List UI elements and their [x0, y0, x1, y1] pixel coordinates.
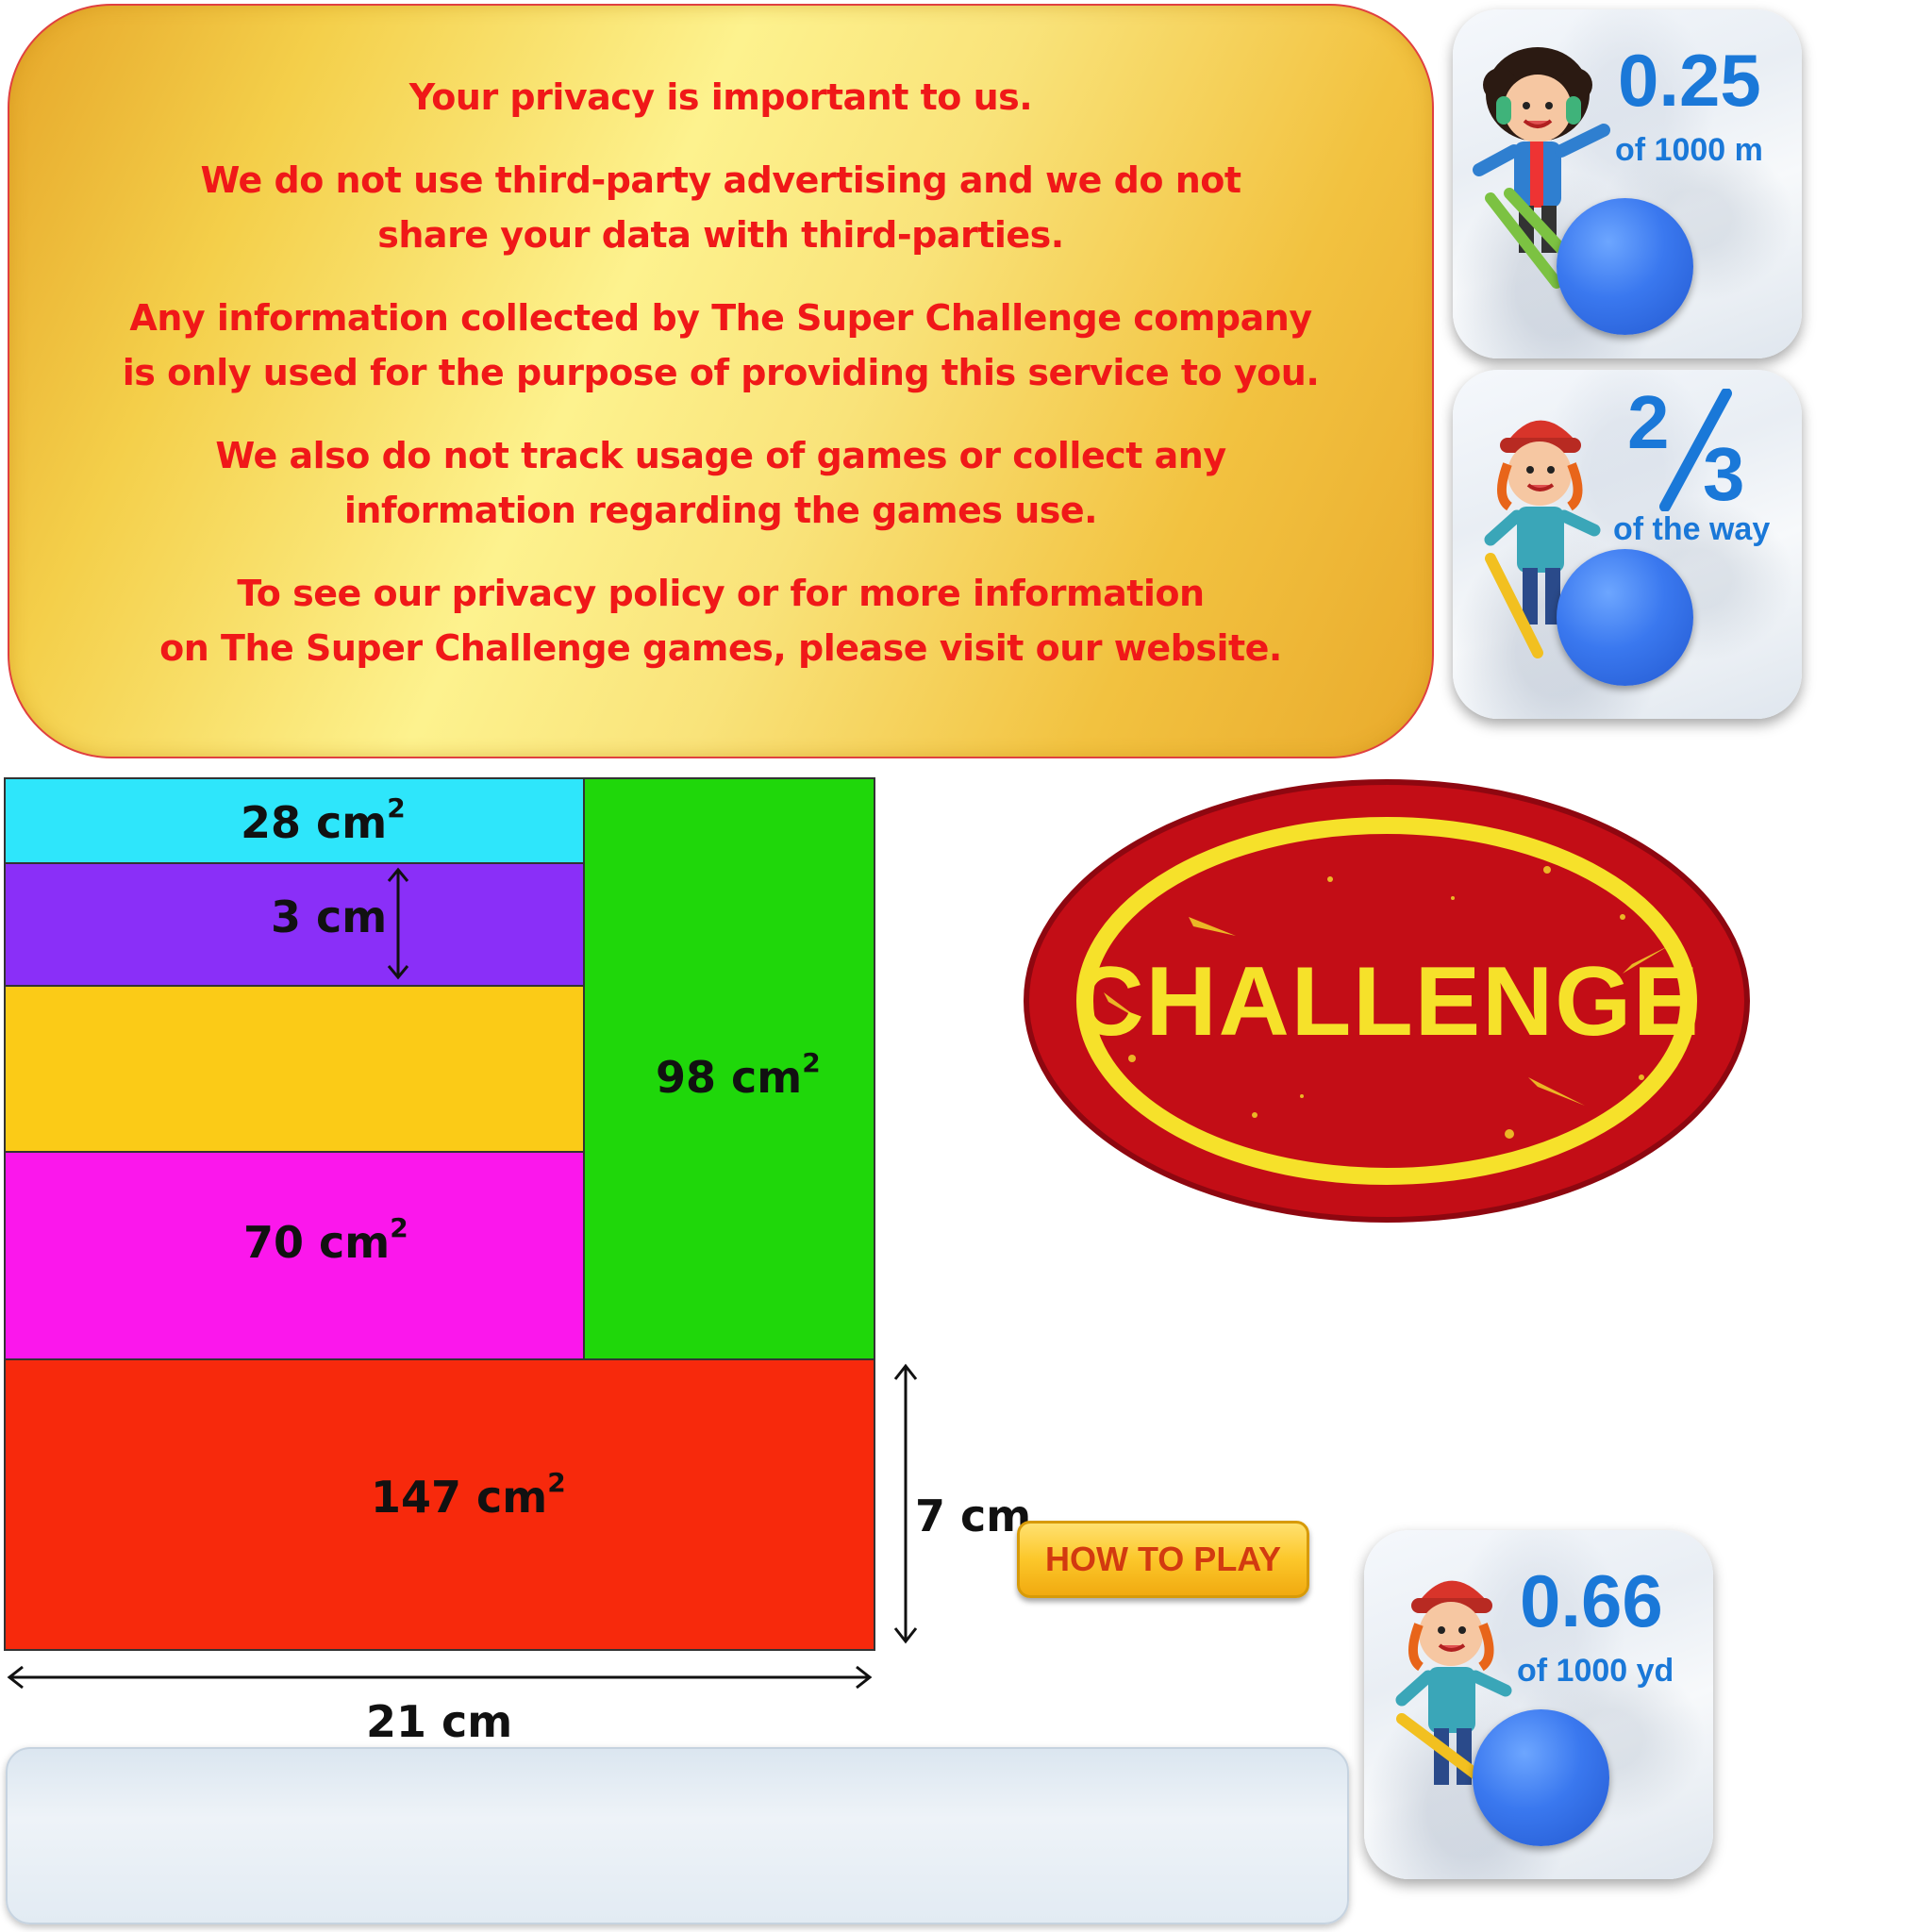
green-area-label: 98 cm2	[656, 1046, 821, 1103]
magenta-area-label: 70 cm2	[243, 1211, 408, 1268]
card-value: 0.66	[1520, 1559, 1663, 1642]
fraction-denominator: 3	[1703, 432, 1745, 516]
answer-ball	[1557, 198, 1693, 335]
purple-height-arrow	[387, 867, 409, 980]
card-unit: of the way	[1613, 511, 1771, 547]
purple-height-label: 3 cm	[271, 891, 388, 942]
privacy-notice-text: Your privacy is important to us. We do no…	[9, 70, 1432, 704]
privacy-paragraph: We do not use third-party advertising an…	[9, 153, 1432, 262]
privacy-line: To see our privacy policy or for more in…	[237, 573, 1205, 614]
red-area-label: 147 cm2	[371, 1466, 566, 1523]
width-dimension-arrow	[7, 1665, 873, 1690]
how-to-play-button[interactable]: HOW TO PLAY	[1017, 1521, 1309, 1598]
challenge-badge-logo: CHALLENGE	[1024, 779, 1750, 1223]
privacy-line: We do not use third-party advertising an…	[200, 159, 1241, 201]
card-unit: of 1000 yd	[1517, 1653, 1674, 1689]
privacy-paragraph: Any information collected by The Super C…	[9, 291, 1432, 400]
answer-card-2[interactable]: 2 3 of the way	[1453, 370, 1802, 719]
privacy-notice-panel: Your privacy is important to us. We do no…	[8, 4, 1434, 758]
privacy-line: Your privacy is important to us.	[408, 76, 1033, 118]
privacy-paragraph: We also do not track usage of games or c…	[9, 428, 1432, 538]
width-dimension-label: 21 cm	[366, 1696, 513, 1747]
privacy-paragraph: To see our privacy policy or for more in…	[9, 566, 1432, 675]
card-value: 0.25	[1618, 39, 1761, 122]
answer-ball	[1557, 549, 1693, 686]
cyan-area-label: 28 cm2	[241, 791, 406, 848]
answer-box[interactable]	[6, 1747, 1351, 1924]
card-unit: of 1000 m	[1615, 132, 1763, 168]
privacy-line: share your data with third-parties.	[377, 214, 1064, 256]
challenge-badge-text: CHALLENGE	[1073, 947, 1700, 1057]
privacy-line: information regarding the games use.	[343, 490, 1098, 531]
privacy-line: Any information collected by The Super C…	[129, 297, 1312, 339]
privacy-paragraph: Your privacy is important to us.	[9, 70, 1432, 125]
privacy-line: is only used for the purpose of providin…	[122, 352, 1320, 393]
answer-ball	[1473, 1709, 1609, 1846]
yellow-rectangle	[4, 985, 585, 1153]
height-dimension-label: 7 cm	[915, 1491, 1032, 1541]
privacy-line: on The Super Challenge games, please vis…	[159, 627, 1282, 669]
answer-input[interactable]	[8, 1749, 1351, 1924]
privacy-line: We also do not track usage of games or c…	[215, 435, 1226, 476]
answer-card-3[interactable]: 0.66 of 1000 yd	[1364, 1530, 1713, 1879]
answer-card-1[interactable]: 0.25 of 1000 m	[1453, 9, 1802, 358]
